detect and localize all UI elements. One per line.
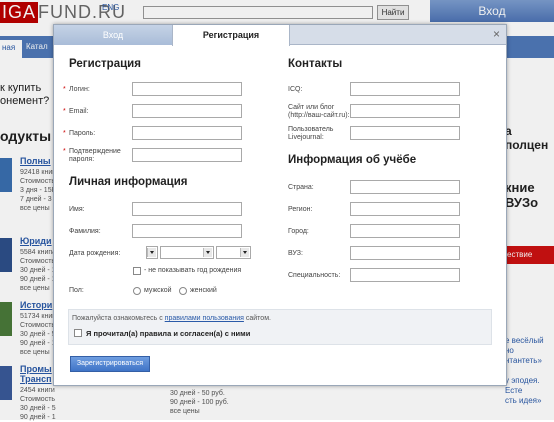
birthdate-label: Дата рождения: xyxy=(69,250,121,257)
close-icon[interactable]: × xyxy=(493,28,500,40)
birth-year-select[interactable] xyxy=(216,246,251,259)
website-label: Сайт или блог (http://ваш-сайт.ru): xyxy=(288,104,350,119)
icq-label: ICQ: xyxy=(288,86,303,93)
hide-birth-year-checkbox[interactable] xyxy=(133,267,141,275)
hide-birth-year-label: - не показывать год рождения xyxy=(144,267,242,274)
speciality-label: Специальность: xyxy=(288,272,341,279)
password-input[interactable] xyxy=(132,126,242,140)
login-label: * Логин: xyxy=(63,86,90,93)
country-label: Страна: xyxy=(288,184,314,191)
chevron-down-icon xyxy=(240,248,249,257)
name-label: Имя: xyxy=(69,206,85,213)
region-input[interactable] xyxy=(350,202,460,216)
agree-terms-label: Я прочитал(а) правила и согласен(а) с ни… xyxy=(86,329,251,338)
region-label: Регион: xyxy=(288,206,313,213)
name-input[interactable] xyxy=(132,202,242,216)
required-marker: * xyxy=(63,130,66,137)
email-label: * Email: xyxy=(63,108,89,115)
university-input[interactable] xyxy=(350,246,460,260)
gender-female-radio[interactable] xyxy=(179,287,187,295)
tab-login[interactable]: Вход xyxy=(54,25,172,45)
chevron-down-icon xyxy=(203,248,212,257)
password-label: * Пароль: xyxy=(63,130,96,137)
register-button[interactable]: Зарегистрироваться xyxy=(70,356,150,372)
login-input[interactable] xyxy=(132,82,242,96)
surname-input[interactable] xyxy=(132,224,242,238)
password-confirm-input[interactable] xyxy=(132,148,242,162)
agreement-text: Пожалуйста ознакомьтесь с правилами поль… xyxy=(72,315,271,322)
livejournal-label: Пользователь Livejournal: xyxy=(288,126,334,141)
personal-info-heading: Личная информация xyxy=(69,176,188,188)
tab-registration[interactable]: Регистрация xyxy=(172,25,290,46)
required-marker: * xyxy=(63,108,66,115)
required-marker: * xyxy=(63,86,66,93)
password-confirm-label: * Подтверждение пароля: xyxy=(63,148,121,163)
speciality-input[interactable] xyxy=(350,268,460,282)
education-heading: Информация об учёбе xyxy=(288,154,417,166)
country-input[interactable] xyxy=(350,180,460,194)
contacts-heading: Контакты xyxy=(288,58,343,70)
city-input[interactable] xyxy=(350,224,460,238)
email-input[interactable] xyxy=(132,104,242,118)
registration-modal: Вход Регистрация × Регистрация * Логин: *… xyxy=(53,24,507,386)
required-marker: * xyxy=(63,148,66,155)
gender-label: Пол: xyxy=(69,287,84,294)
birth-month-select[interactable] xyxy=(160,246,214,259)
registration-heading: Регистрация xyxy=(69,58,141,70)
surname-label: Фамилия: xyxy=(69,228,101,235)
gender-male-radio[interactable] xyxy=(133,287,141,295)
gender-female-label: женский xyxy=(190,287,217,294)
livejournal-input[interactable] xyxy=(350,126,460,140)
modal-tab-bar: Вход Регистрация × xyxy=(54,25,506,46)
chevron-down-icon xyxy=(147,248,156,257)
gender-male-label: мужской xyxy=(144,287,172,294)
birth-day-select[interactable] xyxy=(146,246,158,259)
icq-input[interactable] xyxy=(350,82,460,96)
agree-terms-checkbox[interactable] xyxy=(74,329,82,337)
university-label: ВУЗ: xyxy=(288,250,303,257)
website-input[interactable] xyxy=(350,104,460,118)
city-label: Город: xyxy=(288,228,309,235)
terms-link[interactable]: правилами пользования xyxy=(165,315,244,322)
